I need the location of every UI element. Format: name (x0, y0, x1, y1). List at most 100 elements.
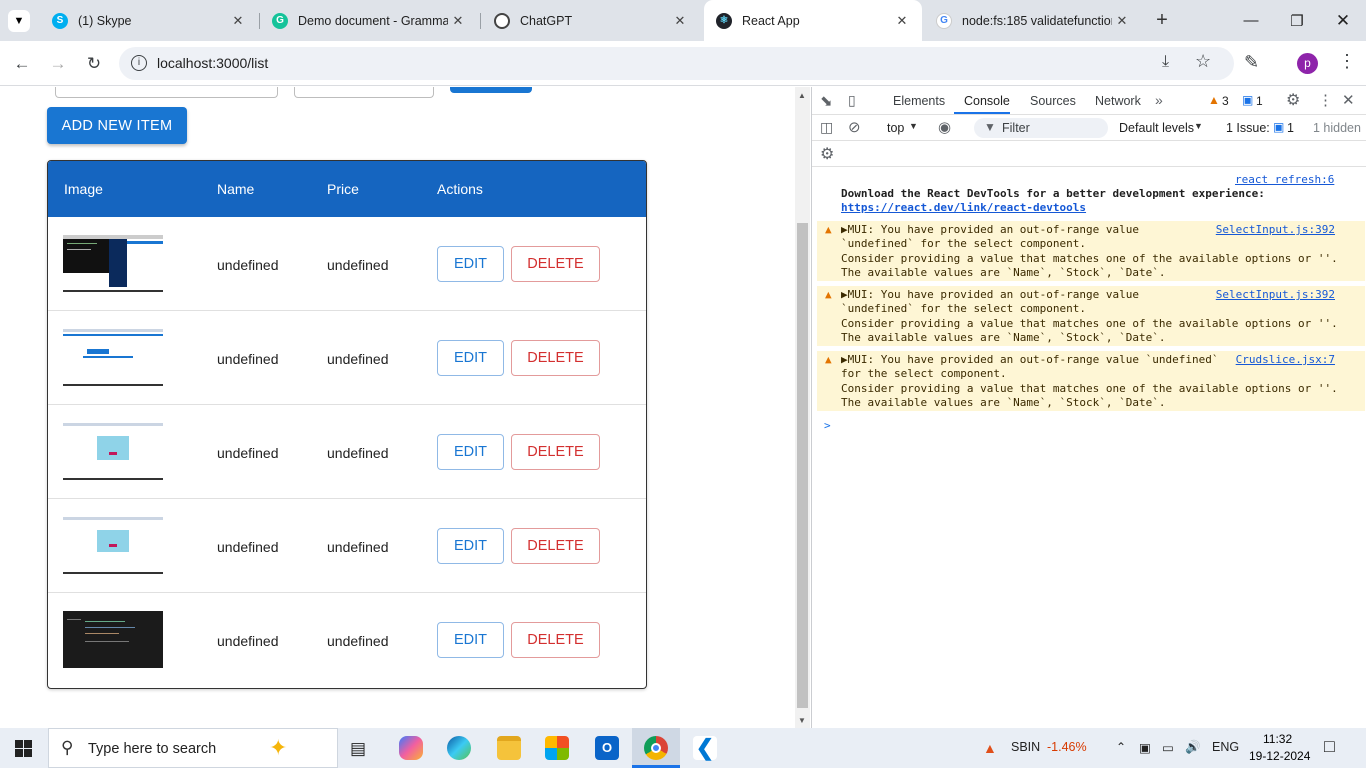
filter-input[interactable]: ▼ Filter (974, 118, 1108, 138)
vscode-icon[interactable]: ❮ (693, 736, 717, 760)
scroll-up-icon[interactable]: ▲ (798, 91, 806, 100)
tab-google[interactable]: G node:fs:185 validatefunction ✕ (924, 0, 1142, 41)
edit-button[interactable]: EDIT (437, 622, 504, 658)
live-expression-eye-icon[interactable]: ◉ (938, 118, 951, 136)
close-tab-icon[interactable]: ✕ (670, 13, 690, 29)
profile-avatar[interactable]: p (1297, 53, 1318, 74)
table-row: undefined undefined EDIT DELETE (48, 593, 646, 687)
menu-kebab-icon[interactable]: ⋮ (1338, 51, 1356, 72)
expand-arrow-icon[interactable]: ▶ (841, 288, 848, 301)
message-icon[interactable]: ▣ (1242, 93, 1253, 107)
copilot-icon[interactable] (399, 736, 423, 760)
warning-icon[interactable]: ▲ (1208, 93, 1220, 107)
context-selector[interactable]: top (887, 121, 904, 135)
edit-button[interactable]: EDIT (437, 528, 504, 564)
meet-now-icon[interactable]: ▣ (1139, 740, 1151, 755)
inspect-element-icon[interactable]: ⬊ (820, 92, 833, 110)
issues-count[interactable]: 1 (1287, 121, 1294, 135)
site-info-icon[interactable]: i (131, 55, 147, 71)
tab-search-icon[interactable]: ▼ (8, 10, 30, 32)
page-scrollbar[interactable]: ▲ ▼ (795, 87, 810, 728)
stock-change[interactable]: -1.46% (1047, 740, 1087, 754)
restore-button[interactable]: ❐ (1274, 0, 1320, 41)
taskbar-search-box[interactable]: ⚲ Type here to search ✦ (48, 728, 338, 768)
delete-button[interactable]: DELETE (511, 528, 600, 564)
console-settings-gear-icon[interactable]: ⚙ (820, 144, 834, 164)
tab-chatgpt[interactable]: ChatGPT ✕ (482, 0, 700, 41)
expand-arrow-icon[interactable]: ▶ (841, 353, 848, 366)
close-tab-icon[interactable]: ✕ (448, 13, 468, 29)
warning-count[interactable]: 3 (1222, 94, 1229, 108)
new-tab-button[interactable]: + (1150, 8, 1174, 32)
react-devtools-link[interactable]: https://react.dev/link/react-devtools (841, 201, 1086, 215)
warning-source-link[interactable]: SelectInput.js:392 (1216, 288, 1335, 302)
console-prompt[interactable]: > (824, 419, 831, 433)
scroll-down-icon[interactable]: ▼ (798, 716, 806, 725)
network-icon[interactable]: ▭ (1162, 740, 1174, 755)
delete-button[interactable]: DELETE (511, 434, 600, 470)
tab-grammarly[interactable]: G Demo document - Grammarly ✕ (260, 0, 478, 41)
close-tab-icon[interactable]: ✕ (1112, 13, 1132, 29)
clear-console-icon[interactable]: ⊘ (848, 118, 861, 136)
tab-elements[interactable]: Elements (893, 94, 945, 108)
clock-time[interactable]: 11:32 (1263, 732, 1292, 746)
scrollbar-thumb[interactable] (797, 223, 808, 708)
close-devtools-icon[interactable]: ✕ (1342, 91, 1355, 109)
forward-button[interactable]: → (43, 49, 73, 79)
expand-arrow-icon[interactable]: ▶ (841, 223, 848, 236)
item-price: undefined (327, 257, 389, 273)
minimize-button[interactable]: — (1228, 0, 1274, 41)
table-row: undefined undefined EDIT DELETE (48, 217, 646, 311)
name-input[interactable] (55, 87, 278, 98)
back-button[interactable]: ← (7, 49, 37, 79)
notifications-icon[interactable]: □ (1324, 736, 1335, 757)
item-price: undefined (327, 351, 389, 367)
tab-react-app[interactable]: ⚛ React App ✕ (704, 0, 922, 41)
delete-button[interactable]: DELETE (511, 246, 600, 282)
edit-button[interactable]: EDIT (437, 246, 504, 282)
more-tabs-icon[interactable]: » (1155, 92, 1163, 108)
edit-button[interactable]: EDIT (437, 340, 504, 376)
message-count[interactable]: 1 (1256, 94, 1263, 108)
task-view-icon[interactable]: ▤ (350, 739, 366, 759)
microsoft-store-icon[interactable] (545, 736, 569, 760)
sidebar-toggle-icon[interactable]: ◫ (820, 119, 833, 136)
install-app-icon[interactable]: ⤓ (1162, 53, 1169, 71)
clock-date[interactable]: 19-12-2024 (1249, 749, 1310, 763)
console-warning: ▲ ▶MUI: You have provided an out-of-rang… (817, 286, 1365, 346)
language-indicator[interactable]: ENG (1212, 740, 1239, 754)
add-new-item-button[interactable]: ADD NEW ITEM (47, 107, 187, 144)
reload-button[interactable]: ↻ (79, 49, 109, 79)
edge-icon[interactable] (447, 736, 471, 760)
outlook-icon[interactable]: O (595, 736, 619, 760)
info-source-link[interactable]: react refresh:6 (1235, 173, 1334, 187)
price-input[interactable] (294, 87, 434, 98)
show-hidden-icons-icon[interactable]: ⌃ (1116, 740, 1126, 754)
volume-icon[interactable]: 🔊 (1185, 740, 1201, 755)
delete-button[interactable]: DELETE (511, 622, 600, 658)
close-tab-icon[interactable]: ✕ (228, 13, 248, 29)
start-windows-icon[interactable] (15, 740, 32, 757)
bookmark-star-icon[interactable]: ☆ (1195, 51, 1211, 72)
stock-name[interactable]: SBIN (1011, 740, 1040, 754)
tab-skype[interactable]: S (1) Skype ✕ (40, 0, 258, 41)
edit-button[interactable]: EDIT (437, 434, 504, 470)
device-toolbar-icon[interactable]: ▯ (848, 92, 856, 109)
warning-source-link[interactable]: Crudslice.jsx:7 (1236, 353, 1335, 367)
close-tab-icon[interactable]: ✕ (892, 13, 912, 29)
address-bar[interactable]: i localhost:3000/list ⤓ ☆ (119, 47, 1234, 80)
tab-sources[interactable]: Sources (1030, 94, 1076, 108)
file-explorer-icon[interactable] (497, 736, 521, 760)
log-levels-dropdown[interactable]: Default levels (1119, 121, 1194, 135)
extensions-icon[interactable]: ✎ (1244, 52, 1259, 73)
settings-gear-icon[interactable]: ⚙ (1286, 90, 1300, 110)
warning-source-link[interactable]: SelectInput.js:392 (1216, 223, 1335, 237)
issues-label[interactable]: 1 Issue: (1226, 121, 1270, 135)
chrome-icon[interactable] (644, 736, 668, 760)
tab-console[interactable]: Console (964, 94, 1010, 108)
devtools-menu-icon[interactable]: ⋮ (1318, 91, 1333, 109)
submit-button[interactable] (450, 87, 532, 93)
close-window-button[interactable]: ✕ (1320, 0, 1366, 41)
tab-network[interactable]: Network (1095, 94, 1141, 108)
delete-button[interactable]: DELETE (511, 340, 600, 376)
